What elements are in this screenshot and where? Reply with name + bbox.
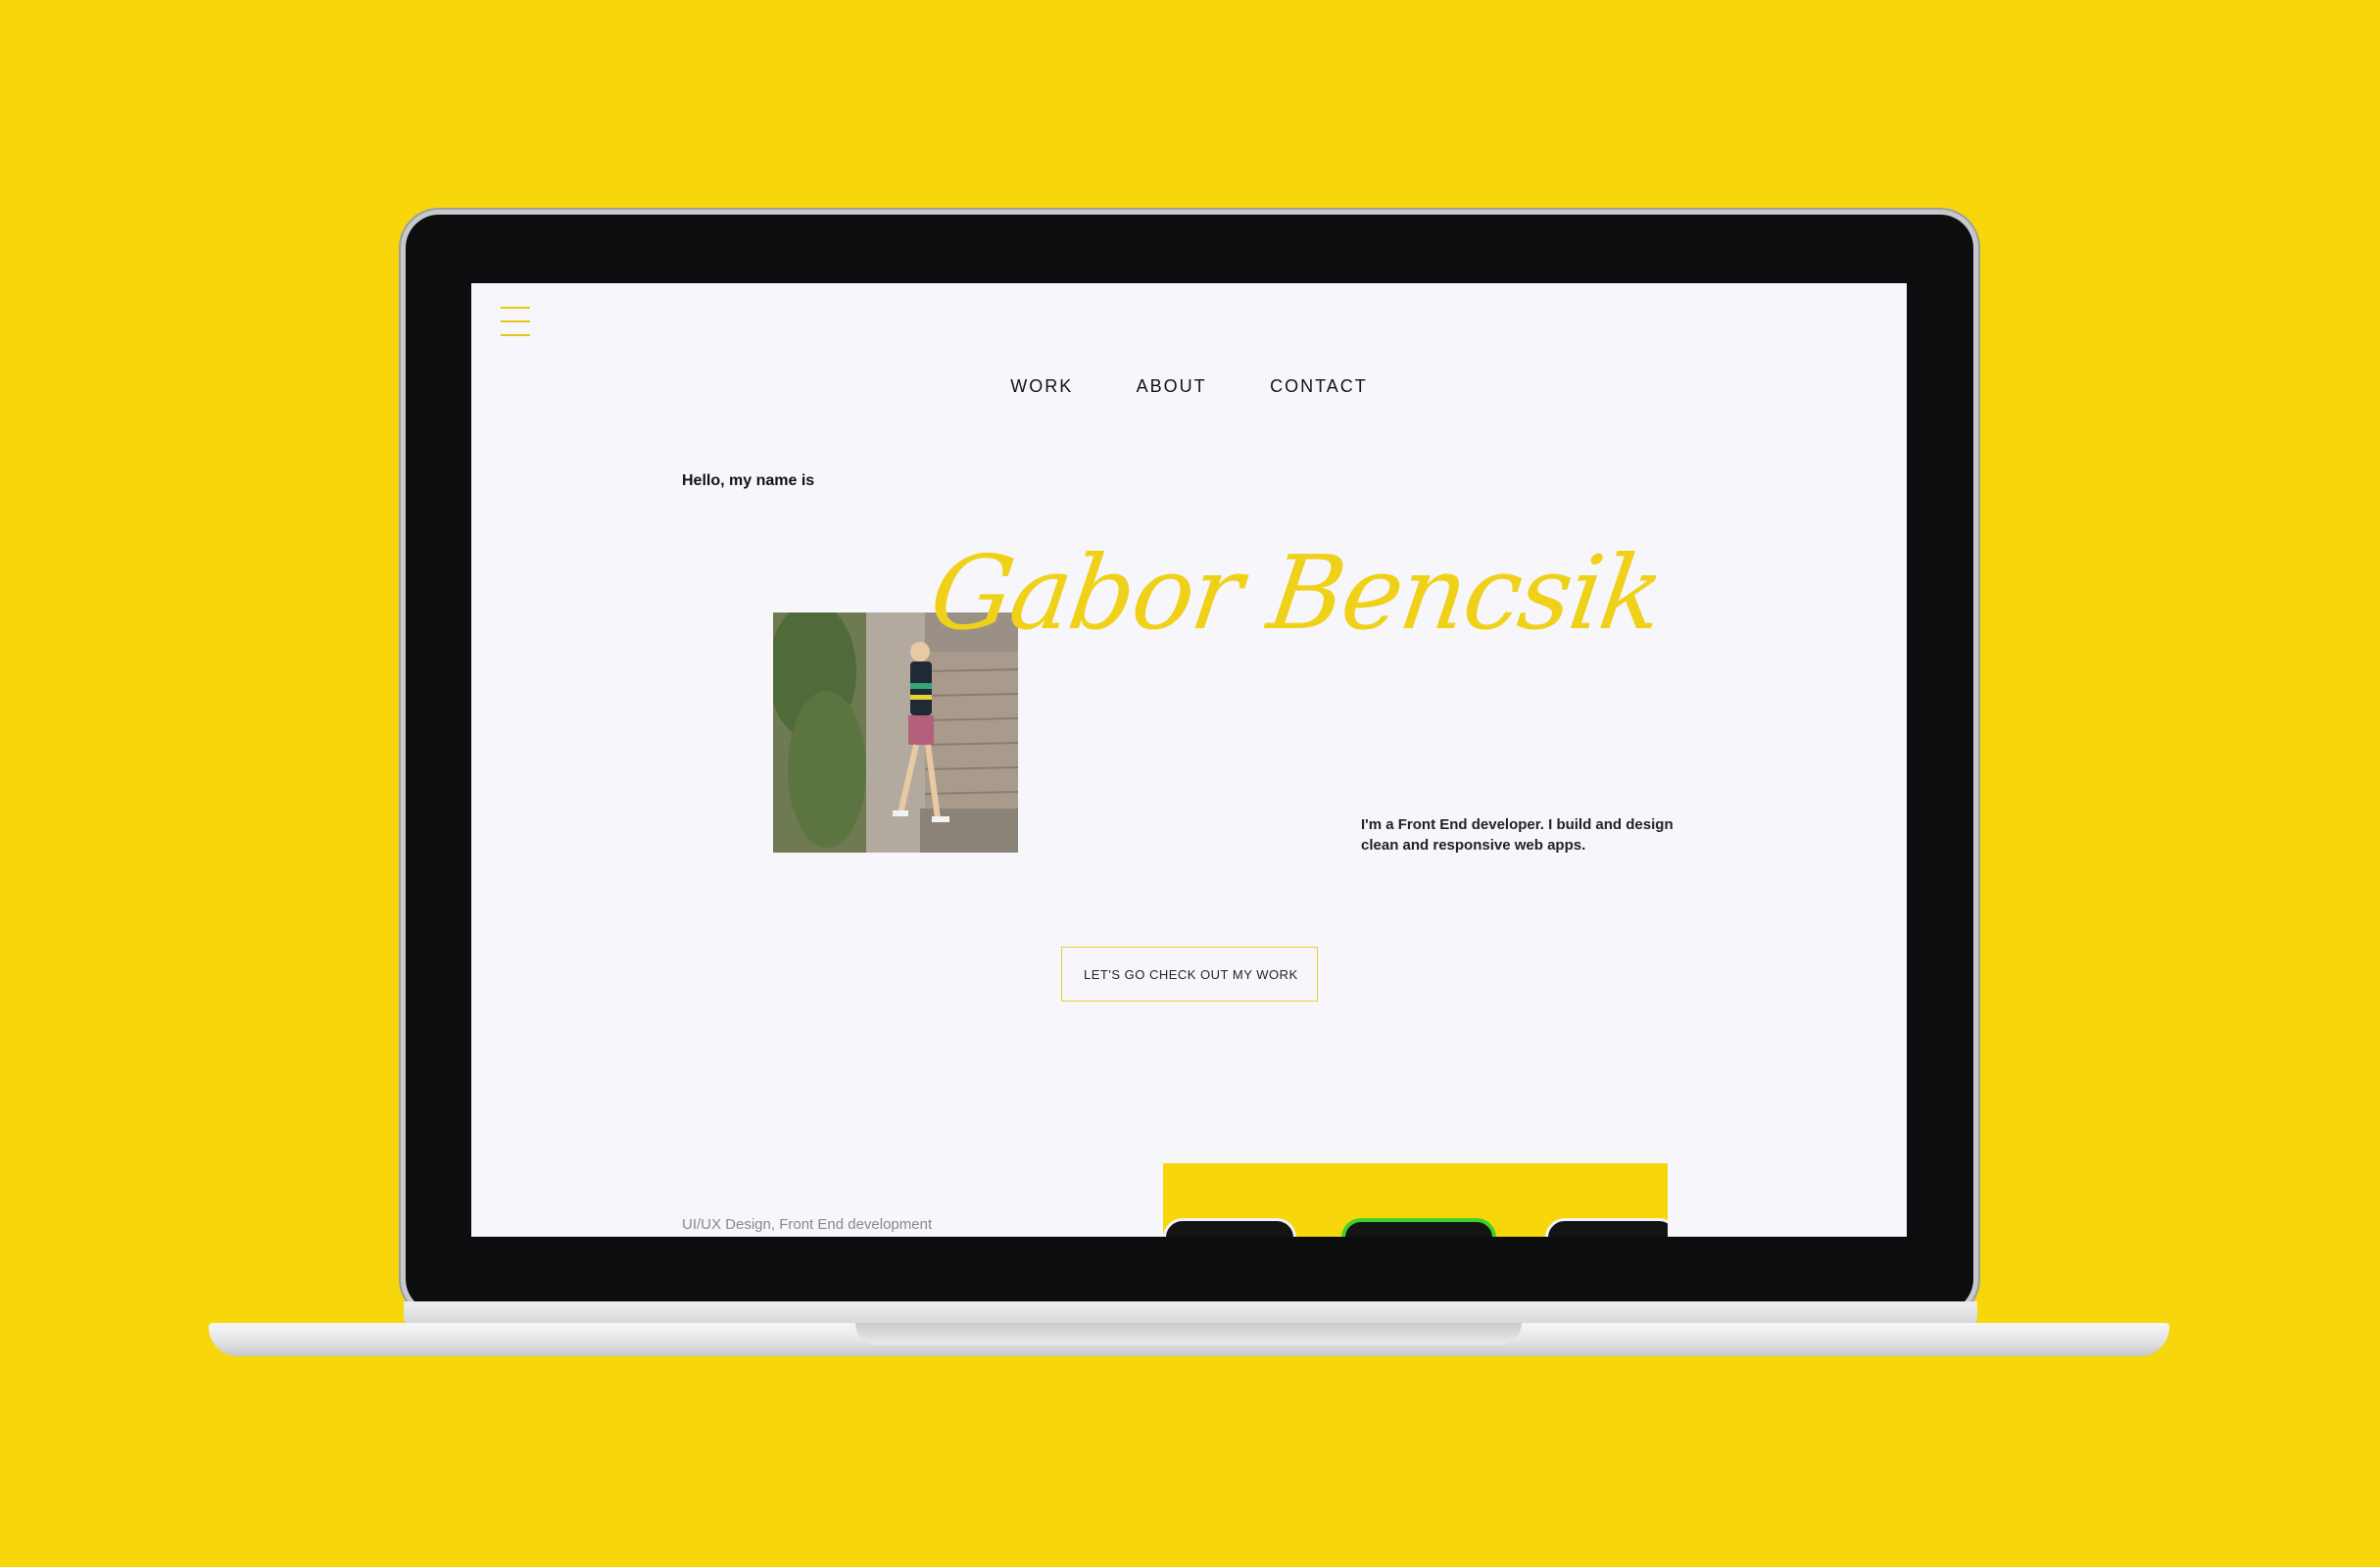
nav-item-contact[interactable]: CONTACT [1270,376,1368,397]
phone-mockup [1341,1218,1496,1237]
hero-name-title: Gabor Bencsik [923,533,1670,653]
laptop-hinge [404,1301,1977,1325]
check-out-work-button[interactable]: LET'S GO CHECK OUT MY WORK [1061,947,1318,1002]
phone-mockup [1163,1218,1296,1237]
greeting-text: Hello, my name is [682,472,815,489]
project-tagline: UI/UX Design, Front End development [682,1216,933,1233]
laptop-notch [855,1323,1522,1345]
nav-item-about[interactable]: ABOUT [1137,376,1207,397]
nav-item-work[interactable]: WORK [1010,376,1073,397]
hamburger-menu-icon[interactable] [501,307,530,336]
lid-tab-left [537,208,596,214]
website-screen: WORK ABOUT CONTACT Hello, my name is Gab… [471,283,1907,1237]
main-nav: WORK ABOUT CONTACT [471,376,1907,397]
project-preview-image[interactable] [1163,1163,1668,1237]
lid-tab-right [655,208,776,214]
phone-mockup [1545,1218,1668,1237]
intro-text: I'm a Front End developer. I build and d… [1361,816,1674,854]
